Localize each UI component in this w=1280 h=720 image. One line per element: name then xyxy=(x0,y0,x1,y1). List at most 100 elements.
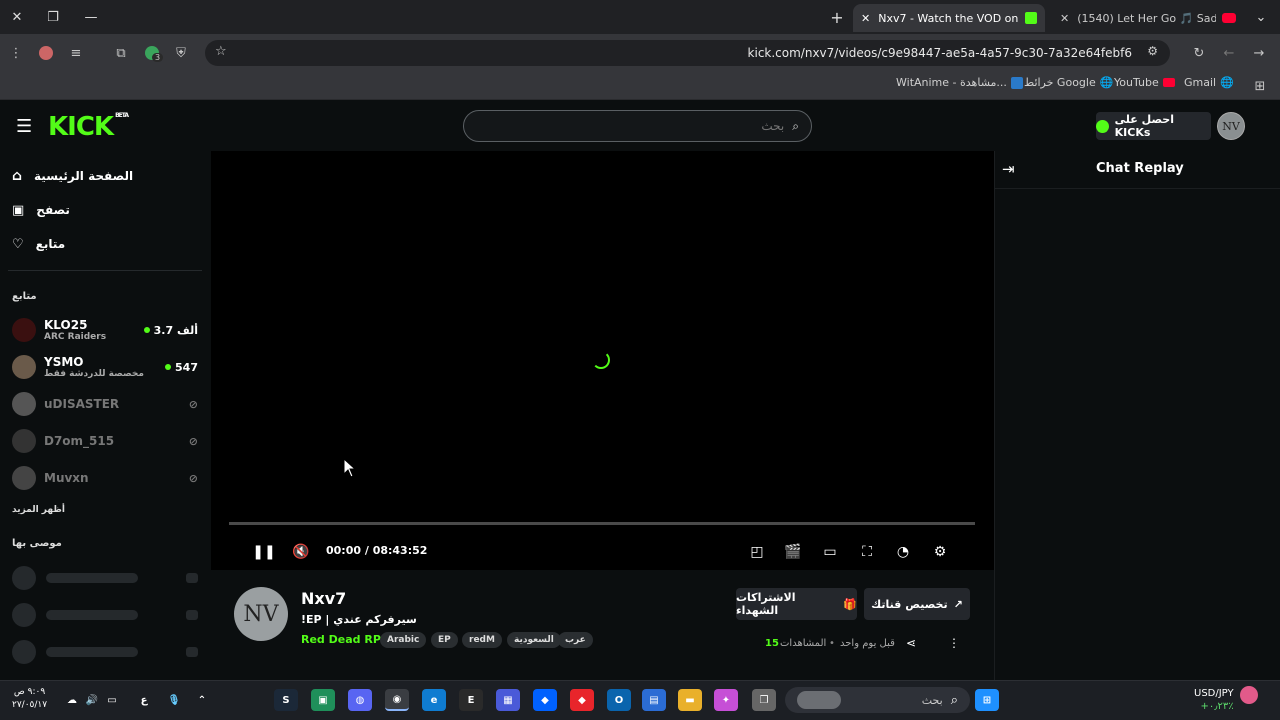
share-icon[interactable]: ⋖ xyxy=(906,636,916,650)
theater-mode-icon[interactable]: ▭ xyxy=(820,542,840,562)
back-arrow-icon[interactable]: ← xyxy=(1219,43,1239,63)
discord-icon[interactable]: ◍ xyxy=(348,689,372,711)
tab-title: (1540) Let Her Go 🎵 Sad Song xyxy=(1077,11,1216,25)
app-icon[interactable]: ▦ xyxy=(496,689,520,711)
file-explorer-icon[interactable]: ▬ xyxy=(678,689,702,711)
edge-icon[interactable]: e xyxy=(422,689,446,711)
shield-icon[interactable]: ⛨ xyxy=(171,43,191,63)
all-bookmarks-icon[interactable]: ⊞ xyxy=(1250,76,1270,96)
currency-widget[interactable]: USD/JPY +٠٫٢٣٪ xyxy=(1194,687,1234,713)
notification-badge-icon[interactable] xyxy=(1240,686,1258,704)
collapse-chat-icon[interactable]: ⇥ xyxy=(1002,160,1015,178)
bookmark-witanime[interactable]: WitAnime - مشاهدة... xyxy=(896,76,1023,89)
more-menu-icon[interactable]: ⋮ xyxy=(6,43,26,63)
mute-icon[interactable]: 🔇 xyxy=(291,542,311,562)
bookmark-label: Gmail xyxy=(1184,76,1217,89)
reload-icon[interactable]: ↻ xyxy=(1189,43,1209,63)
posted-time: قبل يوم واحد xyxy=(840,638,895,649)
sidebar-item-browse[interactable]: ▣ تصفح xyxy=(12,198,70,222)
tag-chip[interactable]: عرب xyxy=(558,632,593,648)
extension-icon[interactable] xyxy=(36,43,56,63)
channel-item-muvxn[interactable]: Muvxn ⊘ xyxy=(12,461,198,495)
channel-avatar[interactable]: NV xyxy=(234,587,288,641)
gift-subs-button[interactable]: الاشتراكات الشهداء 🎁 xyxy=(736,588,857,620)
more-options-icon[interactable]: ⋮ xyxy=(948,636,960,650)
tag-chip[interactable]: redM xyxy=(462,632,502,648)
get-kicks-button[interactable]: احصل على KICKs xyxy=(1096,112,1211,140)
kick-logo[interactable]: KICK BETA xyxy=(48,112,129,142)
restore-window-icon[interactable]: ❐ xyxy=(42,6,64,28)
app-icon[interactable]: ◆ xyxy=(570,689,594,711)
sidebar-item-home[interactable]: ⌂ الصفحة الرئيسية xyxy=(12,164,133,188)
bookmark-google-maps[interactable]: خرائط Google 🌐 xyxy=(1024,76,1113,89)
video-progress-bar[interactable] xyxy=(229,522,975,525)
channel-item-udisaster[interactable]: uDISASTER ⊘ xyxy=(12,387,198,421)
taskbar-search[interactable]: ⌕ بحث xyxy=(785,687,970,713)
app-icon[interactable]: ▣ xyxy=(311,689,335,711)
extension-badge-icon[interactable]: 3 xyxy=(142,43,164,63)
tab-search-chevron-icon[interactable]: ⌄ xyxy=(1250,6,1272,28)
display-icon[interactable]: ▭ xyxy=(100,689,124,711)
outlook-icon[interactable]: O xyxy=(607,689,631,711)
tag-chip[interactable]: السعودية xyxy=(507,632,561,648)
settings-gear-icon[interactable]: ⚙ xyxy=(930,542,950,562)
url-text[interactable]: kick.com/nxv7/videos/c9e98447-ae5a-4a57-… xyxy=(748,46,1132,60)
hamburger-menu-icon[interactable]: ☰ xyxy=(16,116,32,137)
system-clock[interactable]: ٩:٠٩ ص ٢٧/٠٥/١٧ xyxy=(12,686,47,712)
tab-kick[interactable]: ✕ Nxv7 - Watch the VOD on Kick xyxy=(853,4,1045,32)
recommended-section-title: موصى بها xyxy=(12,538,62,549)
browse-icon: ▣ xyxy=(12,202,25,218)
pause-icon[interactable]: ❚❚ xyxy=(252,542,275,562)
dropbox-icon[interactable]: ◆ xyxy=(533,689,557,711)
task-view-icon[interactable]: ❐ xyxy=(752,689,776,711)
close-window-icon[interactable]: ✕ xyxy=(6,6,28,28)
category-link[interactable]: Red Dead RP xyxy=(301,633,381,646)
address-bar[interactable]: ☆ kick.com/nxv7/videos/c9e98447-ae5a-4a5… xyxy=(205,40,1170,66)
bookmark-youtube[interactable]: YouTube xyxy=(1114,76,1175,89)
chat-panel xyxy=(994,151,1280,680)
search-input[interactable] xyxy=(476,119,785,133)
chrome-icon[interactable]: ◉ xyxy=(385,689,409,711)
microphone-icon[interactable]: 🎙 xyxy=(162,689,186,711)
steam-icon[interactable]: S xyxy=(274,689,298,711)
tag-chip[interactable]: EP xyxy=(431,632,458,648)
new-tab-icon[interactable]: + xyxy=(826,6,848,28)
channel-name[interactable]: Nxv7 xyxy=(301,589,346,608)
channel-item-ysmo[interactable]: YSMO مخصصة للدردشة فقط 547 xyxy=(12,350,198,384)
minimize-window-icon[interactable]: — xyxy=(80,6,102,28)
fullscreen-icon[interactable]: ⛶ xyxy=(857,542,877,562)
user-avatar[interactable]: NV xyxy=(1217,112,1245,140)
store-icon[interactable]: ▤ xyxy=(642,689,666,711)
tab-close-icon[interactable]: ✕ xyxy=(1060,12,1069,25)
reading-list-icon[interactable]: ≡ xyxy=(66,43,86,63)
gift-icon: 🎁 xyxy=(843,597,857,611)
kick-favicon-icon xyxy=(1025,12,1037,24)
mouse-cursor-icon xyxy=(343,458,357,478)
tab-youtube[interactable]: ✕ (1540) Let Her Go 🎵 Sad Song xyxy=(1052,4,1244,32)
epic-games-icon[interactable]: E xyxy=(459,689,483,711)
playback-speed-icon[interactable]: ◔ xyxy=(893,542,913,562)
tag-chip[interactable]: Arabic xyxy=(380,632,427,648)
copilot-icon[interactable]: ✦ xyxy=(714,689,738,711)
channel-category: مخصصة للدردشة فقط xyxy=(44,369,144,379)
search-box[interactable]: ⌕ xyxy=(463,110,812,142)
customize-channel-button[interactable]: تخصيص قناتك ↗ xyxy=(864,588,970,620)
channel-item-klo25[interactable]: KLO25 ARC Raiders ألف 3.7 xyxy=(12,313,198,347)
channel-item-d7om[interactable]: D7om_515 ⊘ xyxy=(12,424,198,458)
following-section-title: متابع xyxy=(12,291,37,302)
forward-arrow-icon[interactable]: → xyxy=(1249,43,1269,63)
clip-icon[interactable]: 🎬 xyxy=(783,542,803,562)
sidebar-item-following[interactable]: ♡ متابع xyxy=(12,232,65,256)
show-hidden-icons-chevron[interactable]: ⌃ xyxy=(190,689,214,711)
bookmark-star-icon[interactable]: ☆ xyxy=(215,44,227,59)
show-more-link[interactable]: أظهر المزيد xyxy=(12,505,65,515)
language-indicator[interactable]: ع xyxy=(132,689,156,711)
channel-name: D7om_515 xyxy=(44,434,115,448)
extensions-puzzle-icon[interactable]: ⧉ xyxy=(111,43,131,63)
tab-close-icon[interactable]: ✕ xyxy=(861,12,870,25)
windows-start-icon[interactable]: ⊞ xyxy=(975,689,999,711)
separator-dot: • xyxy=(829,638,835,649)
mini-player-icon[interactable]: ◰ xyxy=(747,542,767,562)
bookmark-gmail[interactable]: Gmail 🌐 xyxy=(1184,76,1234,89)
site-settings-icon[interactable]: ⚙ xyxy=(1147,44,1158,58)
